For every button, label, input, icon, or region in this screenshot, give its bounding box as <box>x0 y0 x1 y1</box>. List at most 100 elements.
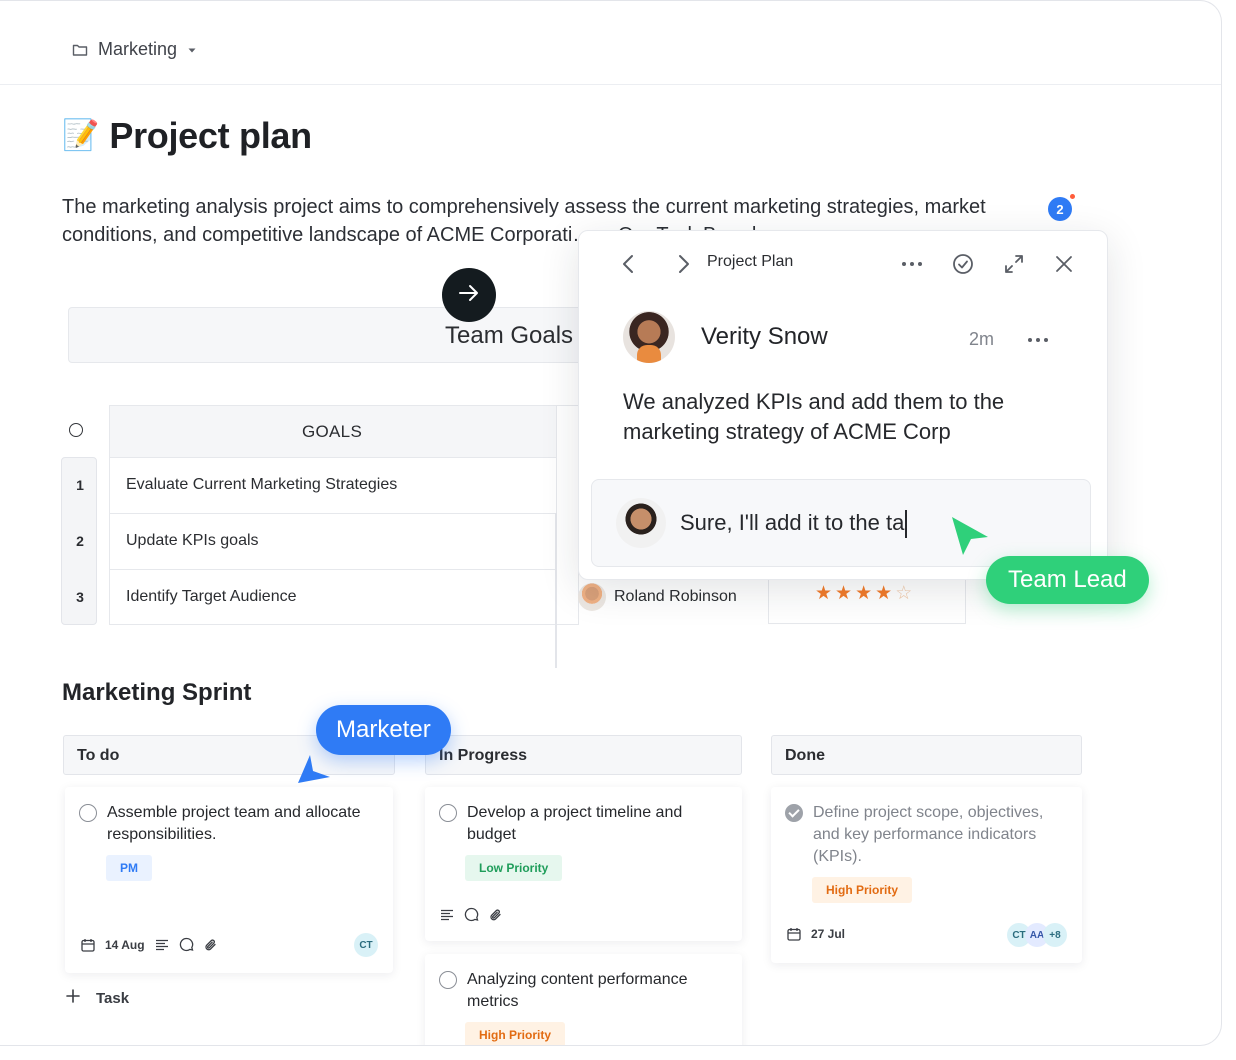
task-tag[interactable]: PM <box>106 855 152 881</box>
task-title: Define project scope, objectives, and ke… <box>813 804 1044 865</box>
attachment-icon <box>204 938 218 952</box>
avatar[interactable]: CT <box>354 933 378 957</box>
comment-popup: Project Plan Verity Snow 2m We analyzed … <box>578 230 1108 580</box>
reply-input[interactable]: Sure, I'll add it to the ta <box>680 510 907 538</box>
row-number: 1 <box>76 477 84 493</box>
comment-count-badge[interactable]: 2 <box>1048 197 1072 221</box>
task-checkbox[interactable] <box>439 804 457 822</box>
add-task-button[interactable]: Task <box>66 989 129 1007</box>
unread-dot <box>1070 194 1075 199</box>
assignee-name: Roland Robinson <box>614 588 737 605</box>
workspace-breadcrumb[interactable]: Marketing <box>72 39 197 60</box>
comment-author: Verity Snow <box>623 311 828 363</box>
goals-table: GOALS Evaluate Current Marketing Strateg… <box>109 405 579 626</box>
memo-emoji-icon: 📝 <box>62 119 100 152</box>
column-name: In Progress <box>439 747 528 764</box>
attachment-icon <box>489 908 503 922</box>
assignee-cell[interactable]: Roland Robinson <box>578 583 737 611</box>
check-circle-icon[interactable] <box>950 251 976 277</box>
back-icon[interactable] <box>619 253 639 275</box>
comment-message: We analyzed KPIs and add them to the mar… <box>623 389 1005 444</box>
task-tag[interactable]: High Priority <box>812 877 913 903</box>
task-card[interactable]: Assemble project team and allocate respo… <box>65 787 393 973</box>
calendar-icon <box>787 927 801 941</box>
popup-header: Project Plan <box>579 231 1107 295</box>
close-icon[interactable] <box>1051 251 1077 277</box>
star-filled-icon[interactable]: ★ <box>855 584 872 603</box>
marketer-cursor-icon <box>296 753 334 790</box>
task-title: Analyzing content performance metrics <box>467 971 688 1010</box>
table-row[interactable]: Identify Target Audience <box>110 570 557 626</box>
description-icon <box>155 939 169 951</box>
app-window: Marketing 📝 Project plan The marketing a… <box>0 0 1222 1046</box>
assignee-stack[interactable]: CT AA +8 <box>1007 923 1067 947</box>
star-rating[interactable]: ★ ★ ★ ★ ☆ <box>815 584 912 603</box>
task-card[interactable]: Analyzing content performance metrics Hi… <box>425 954 742 1045</box>
task-checkbox[interactable] <box>79 804 97 822</box>
task-meta: 14 Aug <box>81 937 218 952</box>
goal-cell: Update KPIs goals <box>126 532 259 549</box>
task-title: Develop a project timeline and budget <box>467 804 683 843</box>
column-header-done[interactable]: Done <box>771 735 1082 775</box>
workspace-name: Marketing <box>98 39 178 59</box>
task-card[interactable]: Develop a project timeline and budget Lo… <box>425 787 742 941</box>
star-filled-icon[interactable]: ★ <box>875 584 892 603</box>
team-lead-presence-label: Team Lead <box>986 556 1149 604</box>
top-bar: Marketing <box>0 1 1221 85</box>
expand-icon[interactable] <box>1001 251 1027 277</box>
column-header-in-progress[interactable]: In Progress <box>425 735 742 775</box>
comment-icon <box>179 937 194 952</box>
table-row[interactable]: Update KPIs goals <box>110 514 557 570</box>
arrow-right-icon <box>458 283 480 308</box>
popup-title: Project Plan <box>707 253 794 270</box>
row-number: 2 <box>76 533 84 549</box>
team-lead-cursor-icon <box>950 515 990 564</box>
comment-more-icon[interactable] <box>1027 327 1049 348</box>
page-title-text[interactable]: Project plan <box>109 115 312 157</box>
task-card[interactable]: Define project scope, objectives, and ke… <box>771 787 1082 963</box>
task-date: 14 Aug <box>105 937 145 952</box>
task-date: 27 Jul <box>811 927 846 941</box>
avatar <box>578 583 606 611</box>
column-name: To do <box>77 747 120 764</box>
column-name: Done <box>785 747 825 764</box>
caret-down-icon <box>187 45 197 55</box>
forward-icon[interactable] <box>673 253 693 275</box>
add-task-label: Task <box>96 989 130 1007</box>
column-divider <box>555 513 557 668</box>
table-row[interactable]: Evaluate Current Marketing Strategies <box>110 458 557 514</box>
goals-column-header[interactable]: GOALS <box>110 406 557 458</box>
send-button[interactable] <box>442 268 496 322</box>
task-tag[interactable]: High Priority <box>465 1022 566 1045</box>
reply-box[interactable]: Sure, I'll add it to the ta <box>591 479 1091 567</box>
description-icon <box>440 909 454 921</box>
team-goals-title: Team Goals <box>445 322 574 349</box>
team-goals-banner: Team Goals <box>68 307 628 363</box>
more-assignees-badge: +8 <box>1043 923 1067 947</box>
star-filled-icon[interactable]: ★ <box>835 584 852 603</box>
task-meta <box>440 907 503 922</box>
star-empty-icon[interactable]: ☆ <box>895 584 912 603</box>
row-number: 3 <box>76 589 84 605</box>
page-title: 📝 Project plan <box>62 115 312 157</box>
sprint-title: Marketing Sprint <box>62 679 252 706</box>
task-checkbox-checked[interactable] <box>785 804 803 822</box>
avatar <box>616 498 666 548</box>
select-all-circle[interactable] <box>69 423 83 437</box>
plus-icon <box>66 989 80 1007</box>
folder-icon <box>72 43 88 57</box>
more-icon[interactable] <box>899 251 925 277</box>
goals-header-label: GOALS <box>302 422 363 441</box>
task-checkbox[interactable] <box>439 971 457 989</box>
goal-cell: Identify Target Audience <box>126 588 297 605</box>
avatar[interactable] <box>623 311 675 363</box>
comment-icon <box>464 907 479 922</box>
calendar-icon <box>81 938 95 952</box>
row-number-column: 1 2 3 <box>61 457 97 625</box>
author-name[interactable]: Verity Snow <box>701 323 828 351</box>
comment-timestamp: 2m <box>969 329 995 349</box>
task-meta: 27 Jul <box>787 927 845 941</box>
task-tag[interactable]: Low Priority <box>465 855 563 881</box>
star-filled-icon[interactable]: ★ <box>815 584 832 603</box>
task-title: Assemble project team and allocate respo… <box>107 804 361 843</box>
